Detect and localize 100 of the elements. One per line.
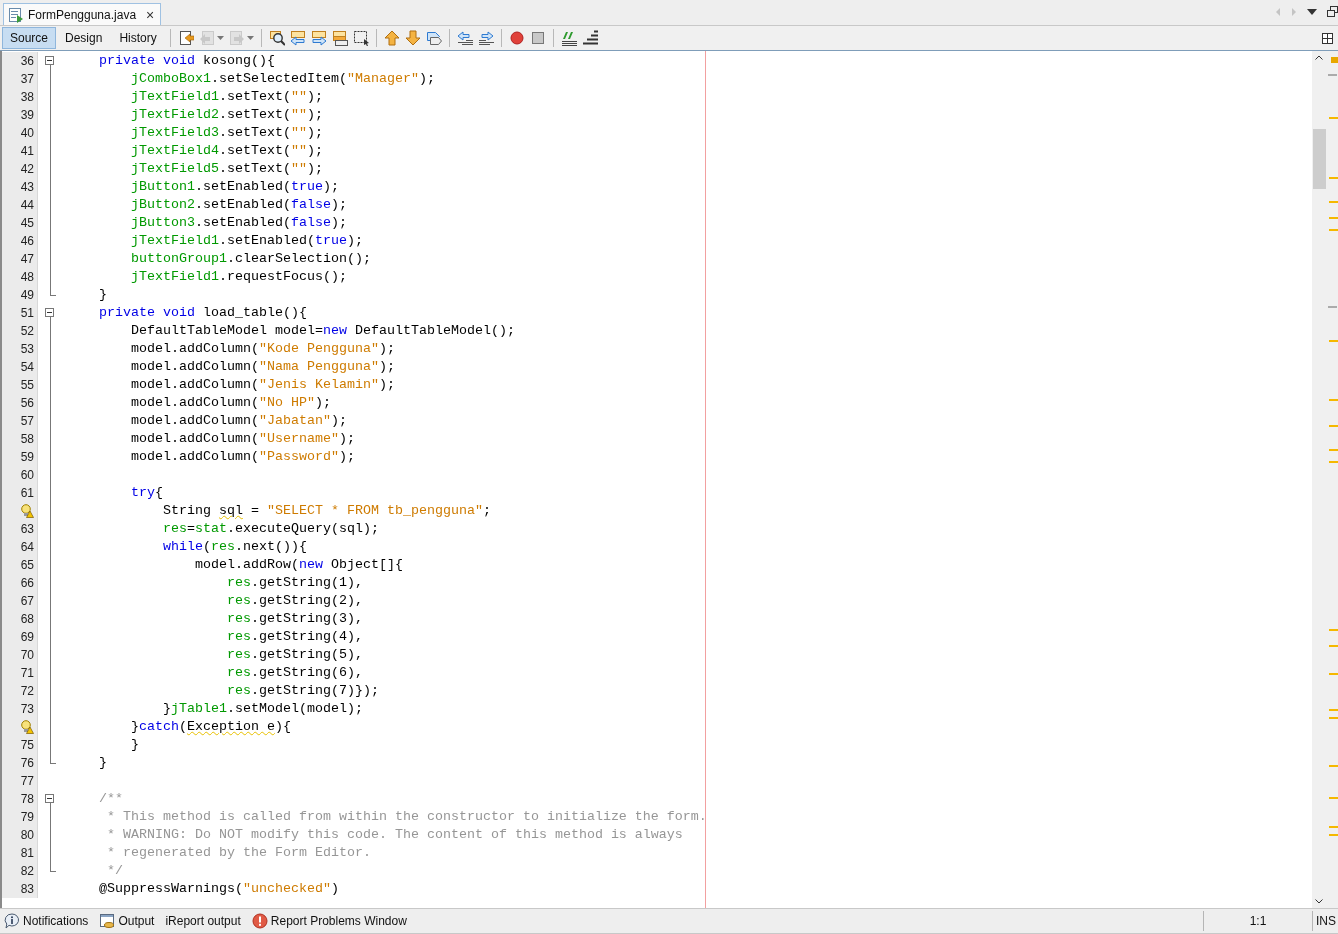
view-tab[interactable]: History <box>111 27 165 49</box>
status-tab[interactable]: iReport output <box>165 910 246 932</box>
shift-left-icon <box>456 30 473 46</box>
code-line: res.getString(5), <box>225 646 364 664</box>
line-number: 55 <box>20 377 34 394</box>
right-arrow-icon <box>1291 6 1297 17</box>
scrollbar[interactable] <box>1312 51 1326 908</box>
code-line: model.addColumn("Password"); <box>130 448 356 466</box>
code-line: buttonGroup1.clearSelection(); <box>130 250 372 268</box>
line-number: 45 <box>20 215 34 232</box>
code-line: model.addColumn("Nama Pengguna"); <box>130 358 396 376</box>
code-line: res.getString(1), <box>225 574 364 592</box>
code-line: jButton3.setEnabled(false); <box>130 214 348 232</box>
split-view-icon[interactable] <box>1322 32 1333 44</box>
line-number: 40 <box>20 125 34 142</box>
line-number: 41 <box>20 143 34 160</box>
code-line: jTextField1.setText(""); <box>130 88 324 106</box>
line-number: 58 <box>20 431 34 448</box>
editor-tab[interactable]: FormPengguna.java × <box>3 3 162 25</box>
code-line: model.addColumn("No HP"); <box>130 394 332 412</box>
code-line: model.addRow(new Object[]{ <box>193 556 404 574</box>
code-line: String sql = "SELECT * FROM tb_pengguna"; <box>161 502 492 520</box>
stop-icon <box>529 30 546 46</box>
code-line: private void kosong(){ <box>98 52 276 70</box>
line-number: 72 <box>20 683 34 700</box>
search-icon <box>268 30 285 46</box>
line-number: 67 <box>20 593 34 610</box>
close-icon[interactable]: × <box>146 6 155 23</box>
line-number: 63 <box>20 521 34 538</box>
line-number: 54 <box>20 359 34 376</box>
line-number: 76 <box>20 755 34 772</box>
dropdown-icon <box>1307 8 1317 15</box>
code-line: jTextField1.setEnabled(true); <box>130 232 364 250</box>
scroll-down-icon <box>1315 899 1323 904</box>
find-previous-icon <box>289 30 306 46</box>
line-number: 75 <box>20 737 34 754</box>
collapse-icon[interactable] <box>45 56 54 65</box>
last-edit-icon <box>177 30 194 46</box>
code-line: } <box>98 754 108 772</box>
status-tab[interactable]: Notifications <box>4 910 94 932</box>
line-number: 81 <box>20 845 34 862</box>
line-number: 38 <box>20 89 34 106</box>
collapse-icon[interactable] <box>45 308 54 317</box>
code-line: jTextField2.setText(""); <box>130 106 324 124</box>
line-number: 83 <box>20 881 34 898</box>
down-arrow-icon <box>404 30 421 46</box>
line-number: 57 <box>20 413 34 430</box>
view-tab[interactable]: Source <box>2 27 57 49</box>
line-number: 56 <box>20 395 34 412</box>
line-number: 49 <box>20 287 34 304</box>
code-line: jTextField1.requestFocus(); <box>130 268 348 286</box>
warning-bulb-icon[interactable] <box>20 720 34 734</box>
error-icon <box>251 913 268 929</box>
view-tab[interactable]: Design <box>57 27 111 49</box>
scroll-up-icon <box>1315 55 1323 60</box>
output-window-icon <box>99 913 116 929</box>
selection-icon <box>352 30 369 46</box>
code-line: * This method is called from within the constructor to initialize the form. <box>106 808 708 826</box>
line-number: 66 <box>20 575 34 592</box>
code-line: jComboBox1.setSelectedItem("Manager"); <box>130 70 436 88</box>
highlight-icon <box>331 30 348 46</box>
code-line: /** <box>98 790 124 808</box>
line-number: 60 <box>20 467 34 484</box>
tab-title: FormPengguna.java <box>28 7 137 22</box>
code-line: } <box>98 286 108 304</box>
code-line: DefaultTableModel model=new DefaultTableModel(); <box>130 322 516 340</box>
code-line: res.getString(4), <box>225 628 364 646</box>
line-number: 68 <box>20 611 34 628</box>
line-number: 48 <box>20 269 34 286</box>
line-number: 77 <box>20 773 34 790</box>
code-line: jTextField3.setText(""); <box>130 124 324 142</box>
up-arrow-icon <box>383 30 400 46</box>
collapse-icon[interactable] <box>45 794 54 803</box>
line-number: 80 <box>20 827 34 844</box>
line-number: 44 <box>20 197 34 214</box>
uncomment-icon <box>581 30 598 46</box>
code-line: jTextField4.setText(""); <box>130 142 324 160</box>
warning-bulb-icon[interactable] <box>20 504 34 518</box>
code-line: */ <box>106 862 124 880</box>
code-line: res.getString(3), <box>225 610 364 628</box>
line-number: 61 <box>20 485 34 502</box>
status-tab[interactable]: Output <box>99 910 160 932</box>
line-number: 39 <box>20 107 34 124</box>
line-number: 65 <box>20 557 34 574</box>
status-tab[interactable]: Report Problems Window <box>251 910 412 932</box>
record-icon <box>508 30 525 46</box>
code-line: jButton2.setEnabled(false); <box>130 196 348 214</box>
code-line: jTextField5.setText(""); <box>130 160 324 178</box>
line-number: 69 <box>20 629 34 646</box>
code-line: }catch(Exception e){ <box>130 718 292 736</box>
code-line: }jTable1.setModel(model); <box>161 700 364 718</box>
code-line: while(res.next()){ <box>161 538 308 556</box>
line-number: 73 <box>20 701 34 718</box>
scroll-thumb[interactable] <box>1313 129 1326 189</box>
line-number: 78 <box>20 791 34 808</box>
code-line: * WARNING: Do NOT modify this code. The content of this method is always <box>106 826 684 844</box>
line-number: 51 <box>20 305 34 322</box>
line-number: 47 <box>20 251 34 268</box>
line-number: 46 <box>20 233 34 250</box>
code-line: jButton1.setEnabled(true); <box>130 178 340 196</box>
